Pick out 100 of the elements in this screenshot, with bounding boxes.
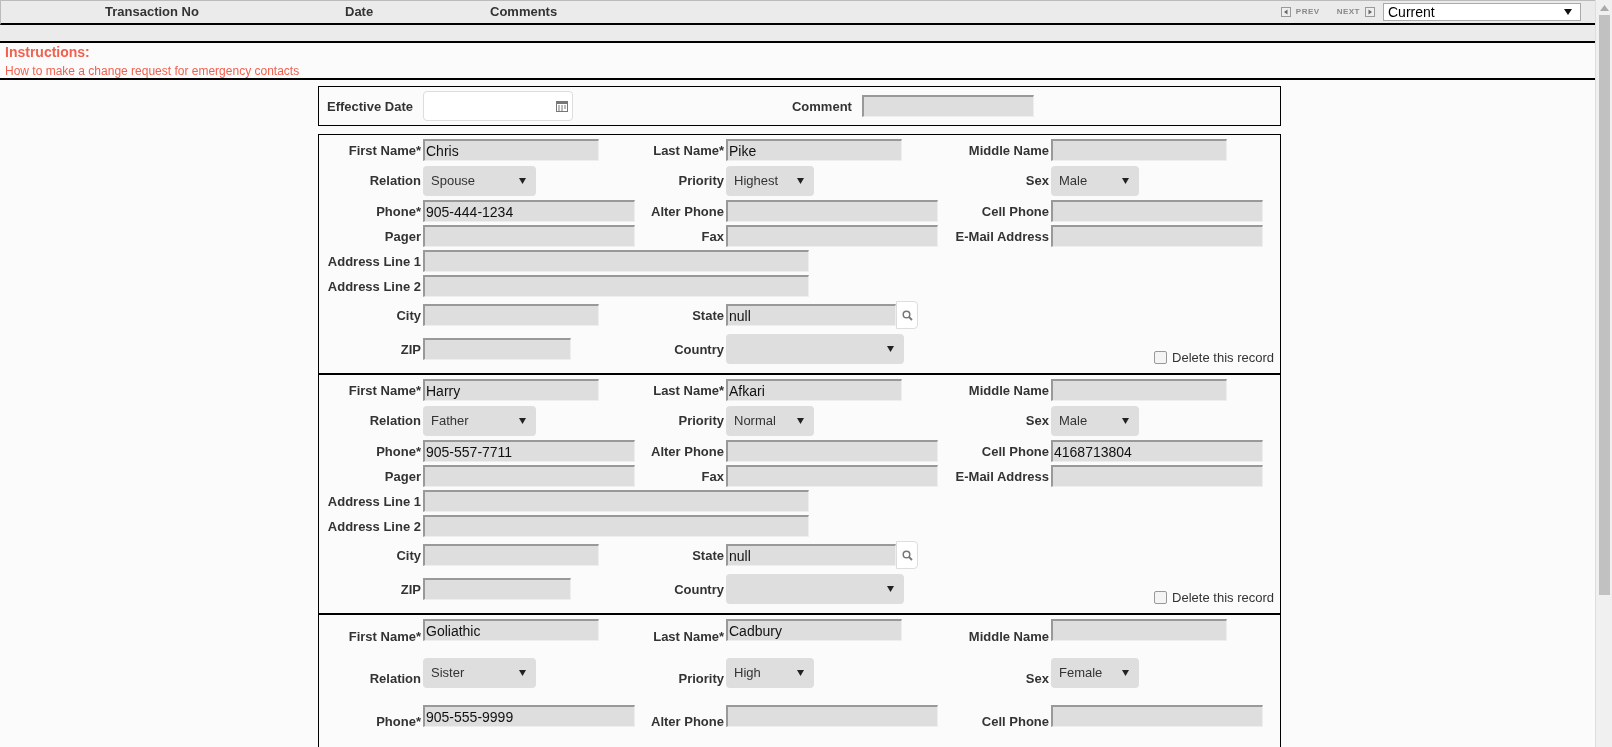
- text-field[interactable]: [423, 490, 809, 512]
- checkbox-label: Delete this record: [1172, 350, 1274, 365]
- caret-icon: [519, 177, 526, 184]
- field-label: Fax: [701, 228, 725, 244]
- field-label: Priority: [678, 413, 725, 428]
- text-field[interactable]: [1051, 379, 1227, 401]
- text-field[interactable]: [726, 704, 938, 727]
- scrollbar[interactable]: [1595, 0, 1612, 747]
- caret-icon: [797, 669, 804, 676]
- field-label: ZIP: [400, 341, 422, 357]
- text-field[interactable]: [423, 250, 809, 272]
- field-label: First Name*: [348, 382, 422, 398]
- text-field[interactable]: 905-444-1234: [423, 200, 635, 222]
- text-field[interactable]: Harry: [423, 379, 599, 401]
- text-field[interactable]: 905-555-9999: [423, 704, 635, 727]
- dropdown[interactable]: High: [726, 657, 814, 688]
- field-label: Cell Phone: [981, 443, 1050, 459]
- search-button[interactable]: [896, 541, 918, 569]
- field-label: Phone*: [376, 203, 422, 219]
- comment-field[interactable]: [861, 95, 1034, 117]
- field-label: Alter Phone: [651, 714, 725, 730]
- dropdown[interactable]: Normal: [726, 405, 814, 436]
- text-field[interactable]: 4168713804: [1051, 440, 1263, 462]
- text-field[interactable]: [726, 200, 938, 222]
- checkbox[interactable]: [1154, 351, 1168, 364]
- field-label: Sex: [1025, 173, 1050, 188]
- text-field[interactable]: [423, 578, 571, 600]
- field-label: Relation: [369, 671, 422, 687]
- text-field[interactable]: [1051, 704, 1263, 727]
- text-field[interactable]: Pike: [726, 139, 902, 161]
- field-label: Sex: [1025, 671, 1050, 687]
- text-field[interactable]: [1051, 225, 1263, 247]
- field-label: Cell Phone: [981, 714, 1050, 730]
- text-field[interactable]: Chris: [423, 139, 599, 161]
- previous-icon[interactable]: [1280, 6, 1291, 17]
- text-field[interactable]: [726, 440, 938, 462]
- field-label: Country: [674, 581, 725, 597]
- checkbox-label: Delete this record: [1172, 590, 1274, 605]
- field-label: Cell Phone: [981, 203, 1050, 219]
- scrollbar-thumb[interactable]: [1598, 15, 1610, 595]
- scroll-up-icon[interactable]: [1599, 5, 1609, 11]
- field-label: Middle Name: [968, 382, 1050, 398]
- field-label: Priority: [678, 671, 725, 687]
- text-field[interactable]: [726, 225, 938, 247]
- field-label: Pager: [384, 228, 422, 244]
- dropdown[interactable]: Male: [1051, 405, 1139, 436]
- field-label: Phone*: [376, 443, 422, 459]
- column-header: Transaction No: [105, 4, 200, 20]
- date-field[interactable]: [423, 91, 573, 121]
- caret-icon: [887, 586, 894, 592]
- checkbox[interactable]: [1154, 591, 1168, 604]
- text-field[interactable]: Goliathic: [423, 619, 599, 641]
- text-field[interactable]: [1051, 619, 1227, 641]
- dropdown[interactable]: Highest: [726, 165, 814, 196]
- text-field[interactable]: [423, 465, 635, 487]
- field-label: E-Mail Address: [955, 228, 1050, 244]
- field-label: Fax: [701, 468, 725, 484]
- calendar-icon[interactable]: [556, 100, 568, 112]
- caret-icon: [519, 669, 526, 676]
- text-field[interactable]: [423, 275, 809, 297]
- field-label: ZIP: [400, 581, 422, 597]
- field-label: Alter Phone: [651, 203, 725, 219]
- field-label: Comment: [792, 98, 853, 114]
- search-icon: [901, 549, 913, 561]
- caret-icon: [797, 417, 804, 424]
- text-field[interactable]: Cadbury: [726, 619, 902, 641]
- text-field[interactable]: 905-557-7711: [423, 440, 635, 462]
- field-label: Phone*: [376, 714, 422, 730]
- dropdown[interactable]: Father: [423, 405, 536, 436]
- text-field[interactable]: [423, 515, 809, 537]
- text-field[interactable]: [423, 225, 635, 247]
- field-label: First Name*: [348, 142, 422, 158]
- text-field[interactable]: null: [726, 544, 896, 566]
- dropdown[interactable]: Male: [1051, 165, 1139, 196]
- text-field[interactable]: [726, 465, 938, 487]
- text-field[interactable]: [1051, 200, 1263, 222]
- text-field[interactable]: [423, 304, 599, 326]
- version-select[interactable]: Current: [1383, 2, 1581, 21]
- text-field[interactable]: [1051, 139, 1227, 161]
- field-label: Sex: [1025, 413, 1050, 428]
- text-field[interactable]: Afkari: [726, 379, 902, 401]
- field-label: Last Name*: [653, 382, 725, 398]
- dropdown[interactable]: Sister: [423, 657, 536, 688]
- field-label: Address Line 2: [327, 518, 422, 534]
- search-button[interactable]: [896, 301, 918, 329]
- dropdown[interactable]: Female: [1051, 657, 1139, 688]
- field-label: Relation: [369, 413, 422, 428]
- text-field[interactable]: [1051, 465, 1263, 487]
- field-label: Effective Date: [326, 98, 414, 114]
- field-label: Middle Name: [968, 142, 1050, 158]
- text-field[interactable]: null: [726, 304, 896, 326]
- caret-icon: [1122, 417, 1129, 424]
- next-icon[interactable]: [1365, 6, 1375, 17]
- column-header: Date: [345, 4, 375, 20]
- text-field[interactable]: [423, 338, 571, 360]
- field-label: Last Name*: [653, 628, 725, 644]
- text-field[interactable]: [423, 544, 599, 566]
- search-icon: [901, 309, 913, 321]
- field-label: Priority: [678, 173, 725, 188]
- dropdown[interactable]: Spouse: [423, 165, 536, 196]
